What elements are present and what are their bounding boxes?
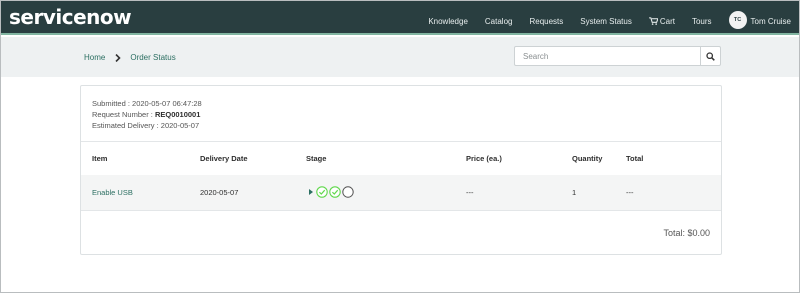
order-status-card: Submitted : 2020-05-07 06:47:28 Request … [80,85,722,255]
nav-requests[interactable]: Requests [529,17,563,26]
search-input[interactable] [515,47,701,65]
check-circle-icon [329,186,341,198]
search-icon [706,51,715,61]
order-meta: Submitted : 2020-05-07 06:47:28 Request … [92,98,202,131]
delivery-date-cell: 2020-05-07 [200,188,239,197]
estimated-delivery-value: 2020-05-07 [160,121,200,130]
breadcrumb-bar: Home Order Status [1,37,799,77]
breadcrumb-order-status[interactable]: Order Status [130,53,175,62]
divider [81,141,721,142]
nav-tours[interactable]: Tours [692,17,712,26]
avatar: TC [728,11,747,29]
nav-menu: Knowledge Catalog Requests System Status… [428,11,799,29]
search-box [514,46,721,66]
user-menu[interactable]: TC Tom Cruise [728,11,791,29]
grand-total: Total: $0.00 [663,228,710,238]
nav-knowledge[interactable]: Knowledge [428,17,468,26]
check-circle-icon [316,186,328,198]
request-number-value: REQ0010001 [154,110,201,119]
stage-indicator[interactable] [308,186,354,198]
column-header-price: Price (ea.) [466,154,502,163]
submitted-line: Submitted : 2020-05-07 06:47:28 [92,99,202,108]
total-cell: --- [626,188,634,197]
chevron-right-icon [115,53,121,62]
nav-cart[interactable]: Cart [648,16,675,26]
column-header-total: Total [626,154,644,163]
table-row [81,175,721,210]
column-header-quantity: Quantity [572,154,603,163]
column-header-item: Item [92,154,108,163]
empty-circle-icon [342,186,354,198]
cart-icon [648,16,658,25]
top-navbar: servicenow Knowledge Catalog Requests Sy… [1,1,799,35]
column-header-delivery-date: Delivery Date [200,154,248,163]
submitted-value: 2020-05-07 06:47:28 [132,99,202,108]
expand-arrow-icon[interactable] [308,188,314,196]
nav-cart-label: Cart [659,16,675,26]
user-name: Tom Cruise [750,16,791,26]
column-header-stage: Stage [306,154,327,163]
quantity-cell: 1 [572,188,577,197]
nav-catalog[interactable]: Catalog [485,17,513,26]
servicenow-logo[interactable]: servicenow [9,5,132,29]
estimated-delivery-line: Estimated Delivery : 2020-05-07 [92,121,200,130]
price-cell: --- [466,188,474,197]
breadcrumb: Home Order Status [84,53,176,62]
request-number-line: Request Number : REQ0010001 [92,110,201,119]
search-button[interactable] [700,47,720,65]
divider [81,210,721,211]
item-link[interactable]: Enable USB [92,188,133,197]
nav-system-status[interactable]: System Status [580,17,632,26]
breadcrumb-home[interactable]: Home [84,53,105,62]
